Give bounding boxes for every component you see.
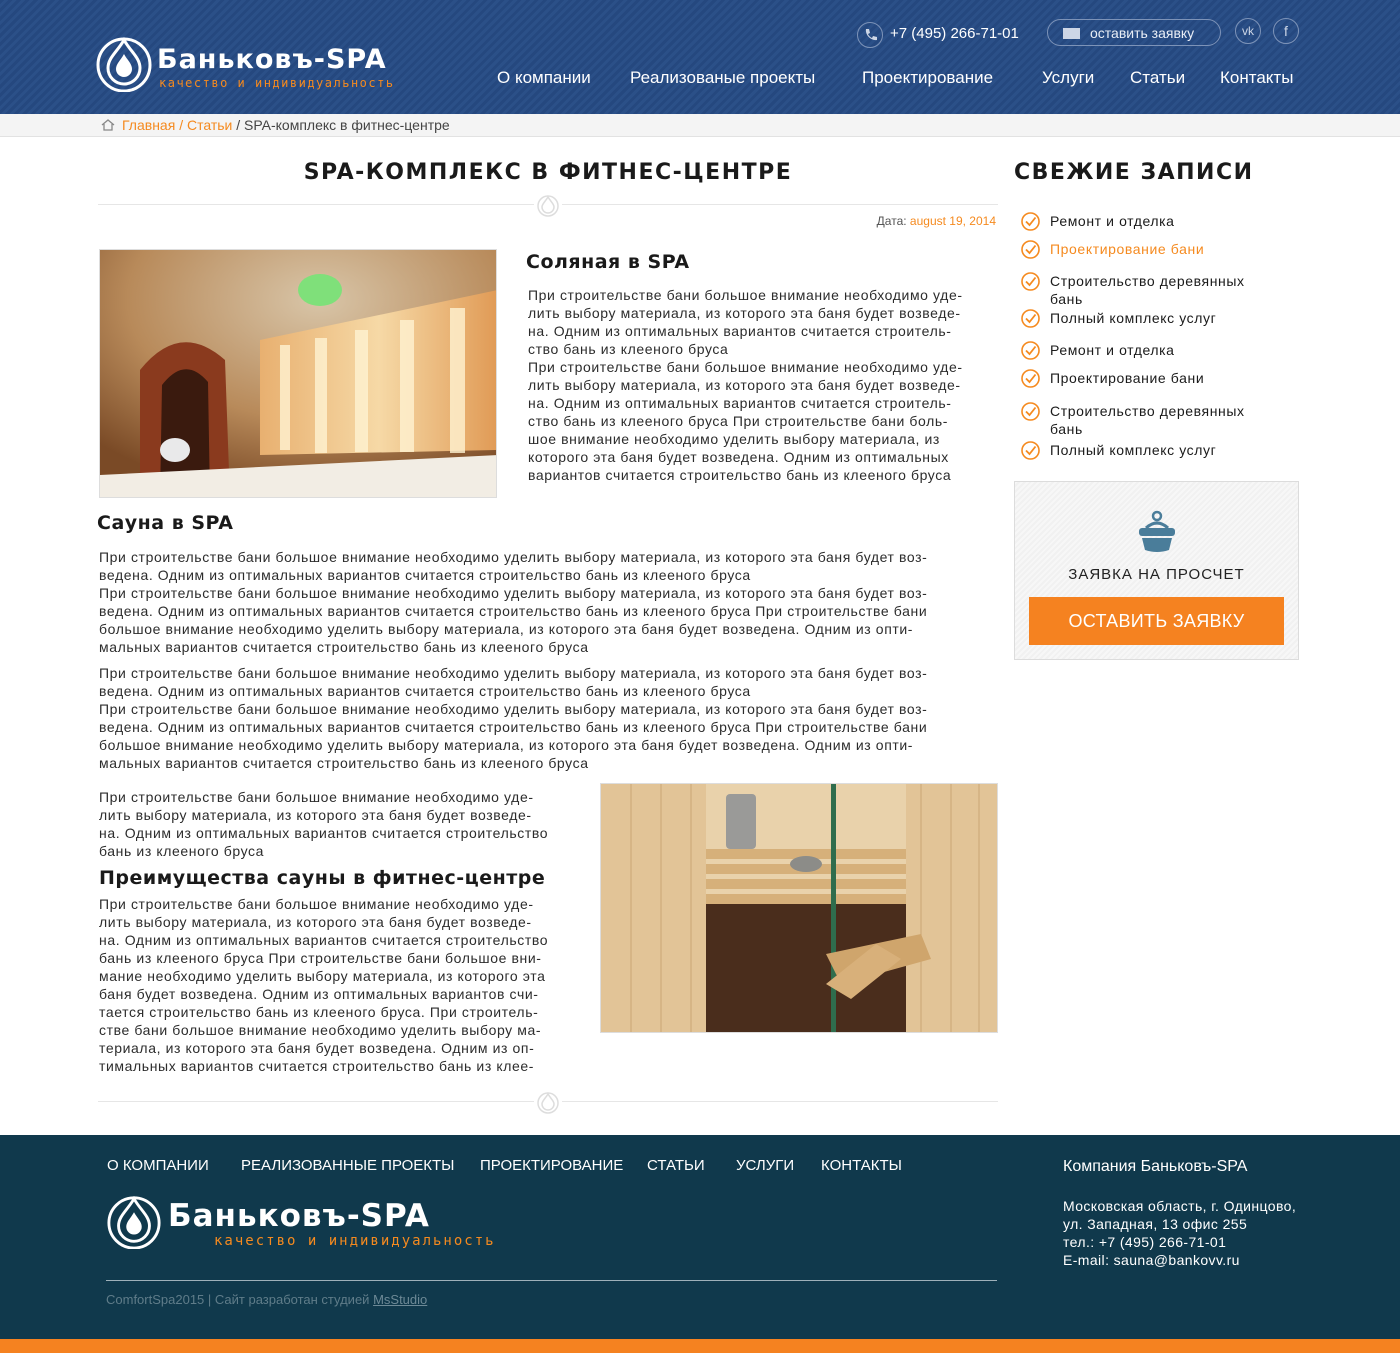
breadcrumb-separator: / [179, 117, 184, 133]
vk-icon[interactable]: vk [1235, 18, 1261, 44]
breadcrumb: Главная / Статьи / SPA-комплекс в фитнес… [101, 117, 450, 133]
logo-drop-icon [107, 1195, 161, 1249]
request-widget: ЗАЯВКА НА ПРОСЧЕТ ОСТАВИТЬ ЗАЯВКУ [1014, 481, 1299, 660]
request-button-label: оставить заявку [1090, 25, 1195, 41]
envelope-icon [1063, 28, 1080, 39]
footer-logo[interactable]: Баньковъ-SPA качество и индивидуальность [106, 1193, 506, 1253]
footer-company-name: Компания Баньковъ-SPA [1063, 1158, 1248, 1175]
recent-post-link[interactable]: Строительство деревянных бань [1020, 272, 1300, 308]
recent-post-label: Ремонт и отделка [1050, 213, 1175, 229]
section-title-salt: Соляная в SPA [526, 251, 690, 273]
bottom-accent-bar [0, 1339, 1400, 1353]
widget-caption: ЗАЯВКА НА ПРОСЧЕТ [1068, 566, 1245, 583]
submit-request-button[interactable]: ОСТАВИТЬ ЗАЯВКУ [1029, 597, 1284, 645]
section-advantages-text: При строительстве бани большое внимание … [99, 896, 549, 1074]
studio-link[interactable]: MsStudio [373, 1292, 427, 1307]
footer-nav-projects[interactable]: РЕАЛИЗОВАННЫЕ ПРОЕКТЫ [241, 1157, 454, 1174]
drop-divider-icon [534, 193, 562, 217]
nav-design[interactable]: Проектирование [862, 68, 993, 88]
page-title: SPA-КОМПЛЕКС В ФИТНЕС-ЦЕНТРЕ [303, 160, 793, 185]
sidebar-title: СВЕЖИЕ ЗАПИСИ [1014, 160, 1254, 185]
check-circle-icon [1021, 212, 1040, 231]
footer-nav-contacts[interactable]: КОНТАКТЫ [821, 1157, 902, 1174]
footer-logo-brand: Баньковъ-SPA [168, 1198, 430, 1234]
logo-tagline: качество и индивидуальность [159, 76, 395, 90]
section-salt-text: При строительстве бани большое внимание … [528, 287, 963, 483]
recent-post-label: Ремонт и отделка [1050, 342, 1175, 358]
footer-nav-about[interactable]: О КОМПАНИИ [107, 1157, 209, 1174]
nav-projects[interactable]: Реализованые проекты [630, 68, 815, 88]
site-logo[interactable]: Баньковъ-SPA качество и индивидуальность [95, 34, 415, 94]
footer-email[interactable]: E-mail: sauna@bankovv.ru [1063, 1251, 1296, 1269]
recent-post-label: Строительство деревянных бань [1050, 403, 1245, 437]
recent-post-link[interactable]: Строительство деревянных бань [1020, 402, 1300, 438]
breadcrumb-current: SPA-комплекс в фитнес-центре [244, 117, 450, 133]
footer-phone[interactable]: тел.: +7 (495) 266-71-01 [1063, 1233, 1296, 1251]
logo-brand: Баньковъ-SPA [157, 44, 387, 75]
bottom-divider [98, 1090, 998, 1114]
sauna-image [600, 783, 998, 1033]
check-circle-icon [1021, 441, 1040, 460]
nav-contacts[interactable]: Контакты [1220, 68, 1293, 88]
breadcrumb-bar: Главная / Статьи / SPA-комплекс в фитнес… [0, 114, 1400, 137]
section-sauna-para2: При строительстве бани большое внимание … [99, 665, 928, 771]
breadcrumb-articles[interactable]: Статьи [187, 117, 232, 133]
check-circle-icon [1021, 240, 1040, 259]
recent-post-link[interactable]: Ремонт и отделка [1020, 212, 1300, 231]
footer-nav-articles[interactable]: СТАТЬИ [647, 1157, 705, 1174]
recent-post-link[interactable]: Полный комплекс услуг [1020, 309, 1300, 328]
section-title-advantages: Преимущества сауны в фитнес-центре [99, 867, 546, 889]
title-divider [98, 193, 998, 217]
check-circle-icon [1021, 341, 1040, 360]
recent-post-link[interactable]: Проектирование бани [1020, 369, 1300, 388]
section-sauna-para1: При строительстве бани большое внимание … [99, 549, 928, 655]
facebook-icon[interactable]: f [1273, 18, 1299, 44]
address-line: ул. Западная, 13 офис 255 [1063, 1216, 1248, 1232]
copyright-text: ComfortSpa2015 | Сайт разработан студией [106, 1292, 370, 1307]
check-circle-icon [1021, 402, 1040, 421]
footer-divider [106, 1280, 997, 1281]
main-nav: О компании Реализованые проекты Проектир… [497, 68, 1307, 90]
copyright: ComfortSpa2015 | Сайт разработан студией… [106, 1292, 427, 1307]
site-header: Баньковъ-SPA качество и индивидуальность… [0, 0, 1400, 114]
footer-nav-design[interactable]: ПРОЕКТИРОВАНИЕ [480, 1157, 623, 1174]
request-button[interactable]: оставить заявку [1047, 19, 1221, 46]
salt-room-image [99, 249, 497, 498]
drop-divider-icon [534, 1090, 562, 1114]
recent-post-label: Проектирование бани [1050, 241, 1205, 257]
check-circle-icon [1021, 369, 1040, 388]
footer-address: Московская область, г. Одинцово, ул. Зап… [1063, 1197, 1296, 1269]
header-phone[interactable]: +7 (495) 266-71-01 [890, 25, 1019, 42]
recent-post-link[interactable]: Полный комплекс услуг [1020, 441, 1300, 460]
phone-icon [857, 22, 883, 48]
breadcrumb-home[interactable]: Главная [122, 117, 175, 133]
sauna-bucket-icon [1139, 510, 1175, 552]
section-title-sauna: Сауна в SPA [97, 512, 234, 534]
address-line: Московская область, г. Одинцово, [1063, 1198, 1297, 1214]
breadcrumb-separator: / [236, 117, 241, 133]
recent-post-label: Строительство деревянных бань [1050, 273, 1245, 307]
date-label: Дата: [876, 214, 907, 228]
nav-articles[interactable]: Статьи [1130, 68, 1185, 88]
date-value: august 19, 2014 [909, 214, 996, 228]
section-intro-text: При строительстве бани большое внимание … [99, 789, 549, 859]
nav-about[interactable]: О компании [497, 68, 591, 88]
recent-post-label: Полный комплекс услуг [1050, 310, 1217, 326]
logo-drop-icon [96, 37, 152, 92]
recent-post-label: Проектирование бани [1050, 370, 1205, 386]
check-circle-icon [1021, 309, 1040, 328]
home-icon[interactable] [101, 119, 115, 131]
article-date: Дата: august 19, 2014 [877, 214, 996, 228]
recent-post-label: Полный комплекс услуг [1050, 442, 1217, 458]
footer-logo-tagline: качество и индивидуальность [214, 1233, 496, 1249]
footer-nav-services[interactable]: УСЛУГИ [736, 1157, 794, 1174]
nav-services[interactable]: Услуги [1042, 68, 1094, 88]
recent-post-link[interactable]: Ремонт и отделка [1020, 341, 1300, 360]
check-circle-icon [1021, 272, 1040, 291]
recent-post-link[interactable]: Проектирование бани [1020, 240, 1300, 259]
site-footer: О КОМПАНИИ РЕАЛИЗОВАННЫЕ ПРОЕКТЫ ПРОЕКТИ… [0, 1135, 1400, 1339]
